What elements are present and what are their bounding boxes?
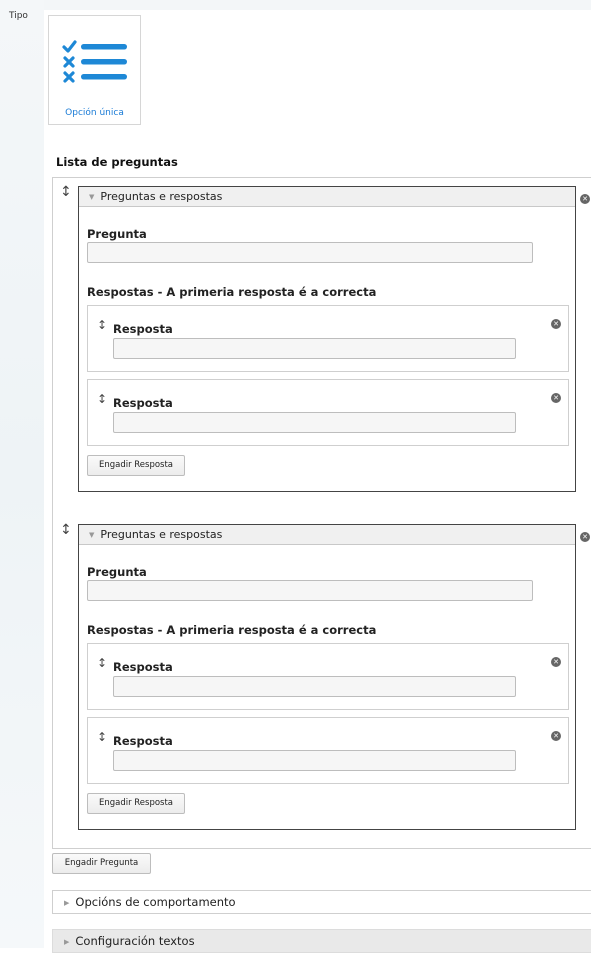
question-item: ↕ ▼ Preguntas e respostas Pregunta Respos… [53, 516, 591, 846]
drag-handle-icon[interactable]: ↕ [97, 319, 107, 331]
answer-input[interactable] [113, 676, 516, 697]
question-input[interactable] [87, 580, 533, 601]
answer-item: ↕ Resposta ✕ [87, 643, 569, 710]
answer-input[interactable] [113, 338, 516, 359]
section-title: Opcións de comportamento [75, 895, 236, 909]
drag-handle-icon[interactable]: ↕ [60, 185, 72, 199]
tipo-option-label: Opción única [65, 108, 124, 118]
question-label: Pregunta [87, 227, 147, 241]
drag-handle-icon[interactable]: ↕ [97, 657, 107, 669]
answer-label: Resposta [113, 396, 173, 410]
answer-label: Resposta [113, 322, 173, 336]
answer-input[interactable] [113, 750, 516, 771]
remove-answer-icon[interactable]: ✕ [551, 731, 561, 741]
expanded-triangle-icon: ▼ [89, 193, 95, 201]
checklist-icon [62, 40, 127, 83]
section-title: Configuración textos [75, 934, 195, 948]
add-answer-button[interactable]: Engadir Resposta [87, 455, 185, 476]
question-list-title: Lista de preguntas [56, 155, 178, 169]
collapsed-triangle-icon: ▶ [64, 899, 70, 907]
answers-label: Respostas - A primeria resposta é a corr… [87, 623, 377, 637]
tipo-label: Tipo [9, 11, 28, 21]
answer-input[interactable] [113, 412, 516, 433]
question-label: Pregunta [87, 565, 147, 579]
answer-label: Resposta [113, 660, 173, 674]
drag-handle-icon[interactable]: ↕ [97, 731, 107, 743]
answer-item: ↕ Resposta ✕ [87, 305, 569, 372]
drag-handle-icon[interactable]: ↕ [97, 393, 107, 405]
add-answer-button[interactable]: Engadir Resposta [87, 793, 185, 814]
answer-item: ↕ Resposta ✕ [87, 379, 569, 446]
answers-label: Respostas - A primeria resposta é a corr… [87, 285, 377, 299]
question-input[interactable] [87, 242, 533, 263]
question-group-title: Preguntas e respostas [100, 190, 223, 203]
remove-answer-icon[interactable]: ✕ [551, 319, 561, 329]
question-list-panel: ↕ ▼ Preguntas e respostas Pregunta Respos… [52, 177, 591, 849]
question-group-header[interactable]: ▼ Preguntas e respostas [79, 187, 575, 207]
tipo-option-single[interactable]: Opción única [48, 15, 141, 125]
expanded-triangle-icon: ▼ [89, 531, 95, 539]
question-group: ▼ Preguntas e respostas Pregunta Resposta… [78, 186, 576, 492]
add-question-button[interactable]: Engadir Pregunta [52, 853, 151, 874]
section-behaviour-options[interactable]: ▶ Opcións de comportamento [52, 890, 591, 914]
question-group-title: Preguntas e respostas [100, 528, 223, 541]
remove-answer-icon[interactable]: ✕ [551, 393, 561, 403]
collapsed-triangle-icon: ▶ [64, 938, 70, 946]
answer-item: ↕ Resposta ✕ [87, 717, 569, 784]
remove-question-icon[interactable]: ✕ [580, 194, 590, 204]
page-background [0, 0, 44, 948]
page-background-strip [44, 0, 591, 10]
remove-question-icon[interactable]: ✕ [580, 532, 590, 542]
remove-answer-icon[interactable]: ✕ [551, 657, 561, 667]
question-item: ↕ ▼ Preguntas e respostas Pregunta Respos… [53, 178, 591, 508]
question-group-header[interactable]: ▼ Preguntas e respostas [79, 525, 575, 545]
question-group: ▼ Preguntas e respostas Pregunta Resposta… [78, 524, 576, 830]
drag-handle-icon[interactable]: ↕ [60, 523, 72, 537]
answer-label: Resposta [113, 734, 173, 748]
section-text-configuration[interactable]: ▶ Configuración textos [52, 929, 591, 953]
